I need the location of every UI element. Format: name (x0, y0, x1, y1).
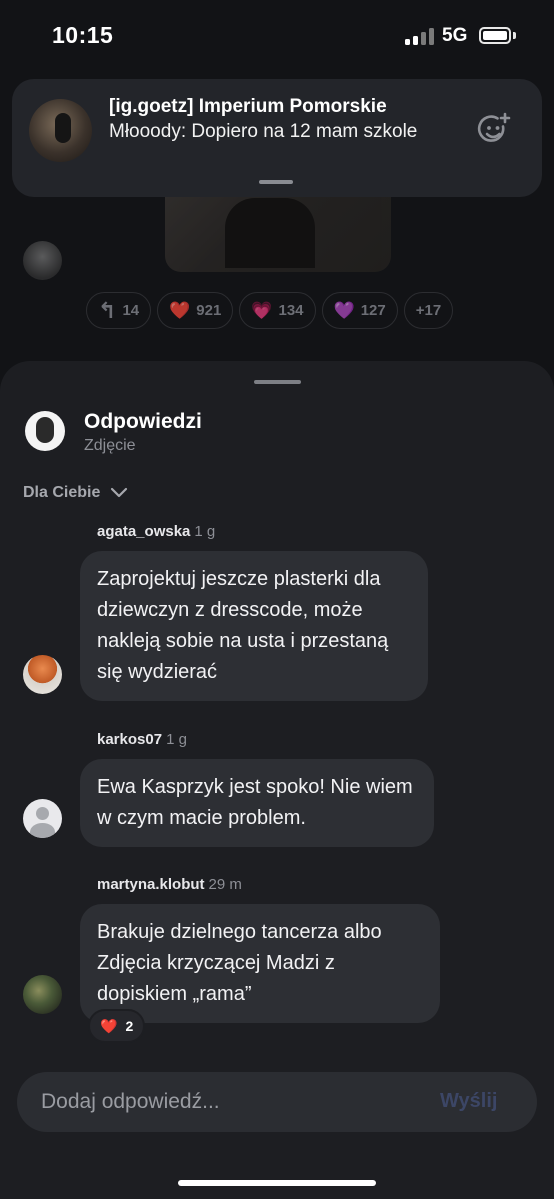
notification-handle[interactable] (259, 180, 293, 184)
send-button[interactable]: Wyślij (440, 1090, 497, 1113)
default-avatar-icon[interactable] (23, 799, 62, 838)
comment-author[interactable]: karkos07 1 g (97, 731, 187, 748)
sort-filter-dropdown[interactable]: Dla Ciebie (23, 484, 128, 502)
comment-author-name: karkos07 (97, 731, 163, 748)
notification-title: [ig.goetz] Imperium Pomorskie (109, 96, 387, 117)
reply-count: 14 (122, 302, 140, 319)
comment-avatar[interactable] (23, 655, 62, 694)
notification-banner[interactable]: [ig.goetz] Imperium Pomorskie Młooody: D… (12, 79, 542, 197)
comment-time: 1 g (166, 731, 187, 748)
sheet-subtitle: Zdjęcie (84, 437, 136, 454)
chevron-down-icon (111, 487, 128, 498)
status-bar: 10:15 5G (0, 0, 554, 70)
comment-time: 1 g (194, 523, 216, 540)
purple-heart-reaction[interactable]: 💜 127 (321, 292, 398, 329)
notification-body: Młooody: Dopiero na 12 mam szkole (109, 121, 418, 142)
post-photo (165, 188, 391, 272)
red-heart-count: 921 (196, 302, 222, 319)
red-heart-icon: ❤️ (100, 1017, 118, 1034)
battery-icon (479, 27, 511, 44)
purple-heart-count: 127 (360, 302, 386, 319)
network-type: 5G (442, 25, 468, 46)
comment-author[interactable]: martyna.klobut 29 m (97, 876, 242, 893)
battery-cap (513, 32, 516, 39)
comment-author-name: martyna.klobut (97, 876, 205, 893)
reply-composer: Wyślij (17, 1072, 537, 1132)
sparkling-heart-count: 134 (278, 302, 304, 319)
comment-bubble[interactable]: Brakuje dzielnego tancerza albo Zdjęcia … (80, 904, 440, 1023)
comment-bubble[interactable]: Ewa Kasprzyk jest spoko! Nie wiem w czym… (80, 759, 434, 847)
notification-avatar (29, 99, 92, 162)
comment-author[interactable]: agata_owska 1 g (97, 523, 215, 540)
more-reactions[interactable]: +17 (403, 292, 454, 329)
sheet-title: Odpowiedzi (84, 410, 202, 433)
thread-avatar (25, 411, 65, 451)
status-time: 10:15 (52, 22, 114, 48)
signal-icon (405, 27, 435, 45)
add-reaction-icon[interactable] (476, 112, 512, 148)
reaction-count: 2 (125, 1018, 134, 1034)
filter-label: Dla Ciebie (23, 484, 101, 501)
red-heart-reaction[interactable]: ❤️ 921 (157, 292, 234, 329)
reaction-bar: ↰ 14 ❤️ 921 💗 134 💜 127 +17 (86, 292, 454, 329)
comment-time: 29 m (208, 876, 242, 893)
red-heart-icon: ❤️ (169, 300, 191, 320)
sparkling-heart-reaction[interactable]: 💗 134 (239, 292, 316, 329)
comment-bubble[interactable]: Zaprojektuj jeszcze plasterki dla dziewc… (80, 551, 428, 701)
more-reactions-count: +17 (415, 302, 442, 319)
purple-heart-icon: 💜 (333, 300, 355, 320)
post-author-avatar (23, 241, 62, 280)
home-indicator[interactable] (178, 1180, 376, 1186)
reply-input[interactable] (17, 1072, 427, 1132)
sheet-drag-handle[interactable] (254, 380, 301, 384)
comment-avatar[interactable] (23, 975, 62, 1014)
sparkling-heart-icon: 💗 (251, 300, 273, 320)
comment-reaction-pill[interactable]: ❤️ 2 (88, 1009, 146, 1043)
reply-reaction[interactable]: ↰ 14 (86, 292, 152, 329)
reply-icon: ↰ (98, 297, 117, 323)
comment-author-name: agata_owska (97, 523, 191, 540)
